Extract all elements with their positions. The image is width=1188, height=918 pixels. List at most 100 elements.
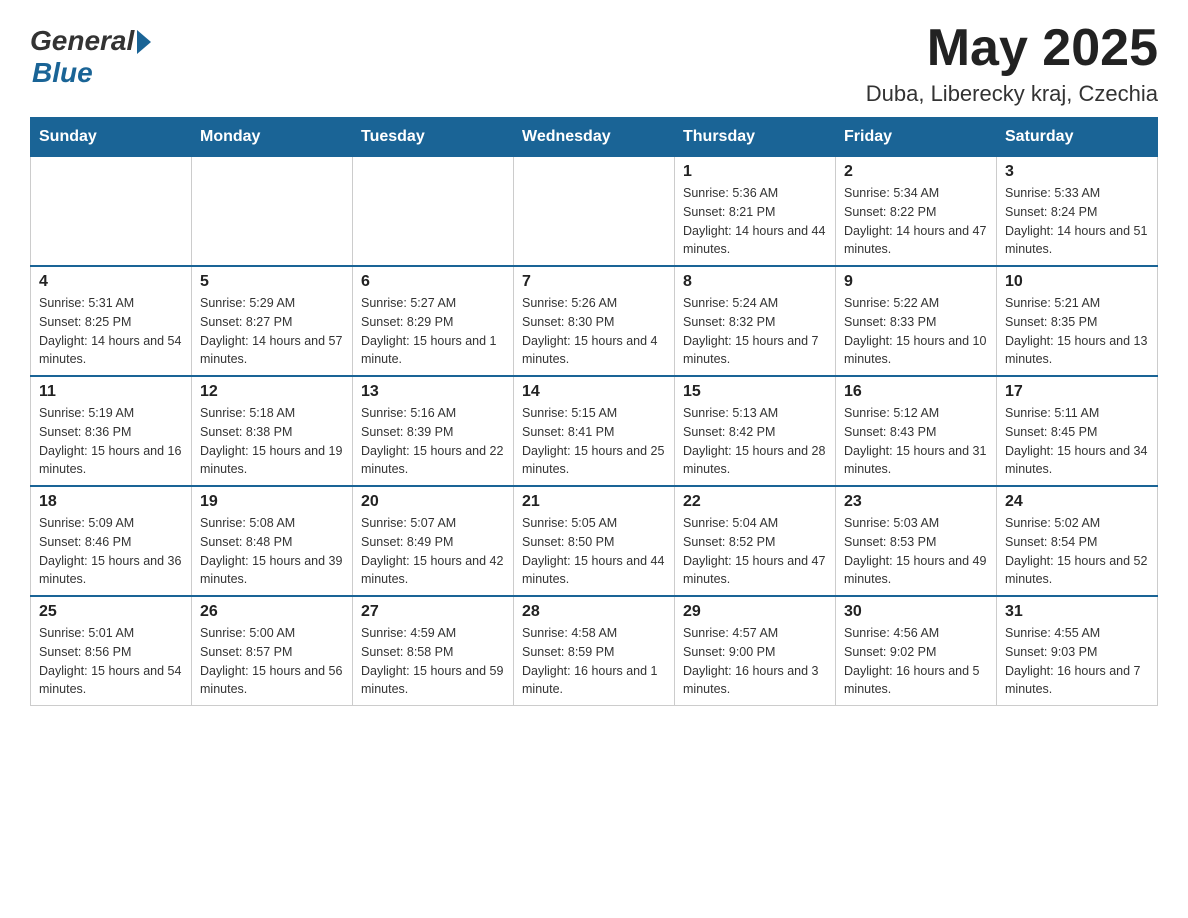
day-info: Sunrise: 5:01 AMSunset: 8:56 PMDaylight:… — [39, 624, 183, 699]
day-number: 31 — [1005, 603, 1149, 621]
calendar-cell: 8Sunrise: 5:24 AMSunset: 8:32 PMDaylight… — [675, 266, 836, 376]
calendar-cell: 3 Sunrise: 5:33 AMSunset: 8:24 PMDaylight… — [997, 157, 1158, 267]
day-info: Sunrise: 5:12 AMSunset: 8:43 PMDaylight:… — [844, 404, 988, 479]
day-info: Sunrise: 5:36 AMSunset: 8:21 PMDaylight:… — [683, 184, 827, 259]
day-info: Sunrise: 5:16 AMSunset: 8:39 PMDaylight:… — [361, 404, 505, 479]
calendar-cell: 29Sunrise: 4:57 AMSunset: 9:00 PMDayligh… — [675, 596, 836, 706]
day-number: 23 — [844, 493, 988, 511]
calendar-cell: 18 Sunrise: 5:09 AMSunset: 8:46 PMDayligh… — [31, 486, 192, 596]
calendar-cell: 27Sunrise: 4:59 AMSunset: 8:58 PMDayligh… — [353, 596, 514, 706]
calendar-cell: 30Sunrise: 4:56 AMSunset: 9:02 PMDayligh… — [836, 596, 997, 706]
calendar-cell: 5Sunrise: 5:29 AMSunset: 8:27 PMDaylight… — [192, 266, 353, 376]
calendar-cell: 20Sunrise: 5:07 AMSunset: 8:49 PMDayligh… — [353, 486, 514, 596]
day-info: Sunrise: 5:33 AMSunset: 8:24 PMDaylight:… — [1005, 184, 1149, 259]
col-friday: Friday — [836, 118, 997, 157]
day-number: 17 — [1005, 383, 1149, 401]
day-number: 3 — [1005, 163, 1149, 181]
calendar-cell — [514, 157, 675, 267]
day-info: Sunrise: 5:31 AMSunset: 8:25 PMDaylight:… — [39, 294, 183, 369]
calendar-cell: 2 Sunrise: 5:34 AMSunset: 8:22 PMDaylight… — [836, 157, 997, 267]
calendar-cell: 9 Sunrise: 5:22 AMSunset: 8:33 PMDaylight… — [836, 266, 997, 376]
day-number: 24 — [1005, 493, 1149, 511]
day-number: 28 — [522, 603, 666, 621]
day-info: Sunrise: 5:08 AMSunset: 8:48 PMDaylight:… — [200, 514, 344, 589]
day-info: Sunrise: 5:22 AMSunset: 8:33 PMDaylight:… — [844, 294, 988, 369]
calendar-header-row: Sunday Monday Tuesday Wednesday Thursday… — [31, 118, 1158, 157]
day-info: Sunrise: 5:19 AMSunset: 8:36 PMDaylight:… — [39, 404, 183, 479]
logo-general-text: General — [30, 25, 134, 57]
calendar-cell — [31, 157, 192, 267]
col-monday: Monday — [192, 118, 353, 157]
calendar-cell: 14 Sunrise: 5:15 AMSunset: 8:41 PMDayligh… — [514, 376, 675, 486]
day-info: Sunrise: 5:09 AMSunset: 8:46 PMDaylight:… — [39, 514, 183, 589]
day-info: Sunrise: 5:00 AMSunset: 8:57 PMDaylight:… — [200, 624, 344, 699]
day-info: Sunrise: 4:58 AMSunset: 8:59 PMDaylight:… — [522, 624, 666, 699]
calendar-cell: 31 Sunrise: 4:55 AMSunset: 9:03 PMDayligh… — [997, 596, 1158, 706]
day-info: Sunrise: 5:04 AMSunset: 8:52 PMDaylight:… — [683, 514, 827, 589]
day-number: 29 — [683, 603, 827, 621]
day-number: 2 — [844, 163, 988, 181]
calendar-cell: 11 Sunrise: 5:19 AMSunset: 8:36 PMDayligh… — [31, 376, 192, 486]
day-number: 1 — [683, 163, 827, 181]
calendar-cell: 4 Sunrise: 5:31 AMSunset: 8:25 PMDaylight… — [31, 266, 192, 376]
col-wednesday: Wednesday — [514, 118, 675, 157]
day-number: 22 — [683, 493, 827, 511]
day-info: Sunrise: 5:13 AMSunset: 8:42 PMDaylight:… — [683, 404, 827, 479]
calendar-cell: 24 Sunrise: 5:02 AMSunset: 8:54 PMDayligh… — [997, 486, 1158, 596]
calendar-cell — [192, 157, 353, 267]
day-number: 13 — [361, 383, 505, 401]
logo: General Blue — [30, 20, 151, 89]
logo-blue-text: Blue — [32, 57, 93, 89]
day-info: Sunrise: 4:55 AMSunset: 9:03 PMDaylight:… — [1005, 624, 1149, 699]
calendar-cell: 1 Sunrise: 5:36 AMSunset: 8:21 PMDaylight… — [675, 157, 836, 267]
calendar-cell: 19 Sunrise: 5:08 AMSunset: 8:48 PMDayligh… — [192, 486, 353, 596]
calendar-cell — [353, 157, 514, 267]
calendar-table: Sunday Monday Tuesday Wednesday Thursday… — [30, 117, 1158, 706]
day-number: 15 — [683, 383, 827, 401]
day-number: 10 — [1005, 273, 1149, 291]
day-number: 4 — [39, 273, 183, 291]
day-number: 5 — [200, 273, 344, 291]
calendar-cell: 23Sunrise: 5:03 AMSunset: 8:53 PMDayligh… — [836, 486, 997, 596]
day-number: 26 — [200, 603, 344, 621]
day-info: Sunrise: 5:15 AMSunset: 8:41 PMDaylight:… — [522, 404, 666, 479]
calendar-cell: 13 Sunrise: 5:16 AMSunset: 8:39 PMDayligh… — [353, 376, 514, 486]
day-number: 19 — [200, 493, 344, 511]
logo-arrow-icon — [137, 30, 151, 54]
day-number: 30 — [844, 603, 988, 621]
calendar-cell: 16Sunrise: 5:12 AMSunset: 8:43 PMDayligh… — [836, 376, 997, 486]
calendar-cell: 12Sunrise: 5:18 AMSunset: 8:38 PMDayligh… — [192, 376, 353, 486]
day-number: 14 — [522, 383, 666, 401]
day-info: Sunrise: 5:18 AMSunset: 8:38 PMDaylight:… — [200, 404, 344, 479]
calendar-cell: 6Sunrise: 5:27 AMSunset: 8:29 PMDaylight… — [353, 266, 514, 376]
day-info: Sunrise: 5:34 AMSunset: 8:22 PMDaylight:… — [844, 184, 988, 259]
day-info: Sunrise: 5:24 AMSunset: 8:32 PMDaylight:… — [683, 294, 827, 369]
page-header: General Blue May 2025 Duba, Liberecky kr… — [30, 20, 1158, 107]
day-number: 7 — [522, 273, 666, 291]
calendar-cell: 25 Sunrise: 5:01 AMSunset: 8:56 PMDayligh… — [31, 596, 192, 706]
day-info: Sunrise: 5:05 AMSunset: 8:50 PMDaylight:… — [522, 514, 666, 589]
day-number: 20 — [361, 493, 505, 511]
day-info: Sunrise: 5:02 AMSunset: 8:54 PMDaylight:… — [1005, 514, 1149, 589]
calendar-cell: 15 Sunrise: 5:13 AMSunset: 8:42 PMDayligh… — [675, 376, 836, 486]
calendar-cell: 10 Sunrise: 5:21 AMSunset: 8:35 PMDayligh… — [997, 266, 1158, 376]
calendar-cell: 22 Sunrise: 5:04 AMSunset: 8:52 PMDayligh… — [675, 486, 836, 596]
col-tuesday: Tuesday — [353, 118, 514, 157]
day-info: Sunrise: 5:26 AMSunset: 8:30 PMDaylight:… — [522, 294, 666, 369]
day-number: 21 — [522, 493, 666, 511]
calendar-cell: 21 Sunrise: 5:05 AMSunset: 8:50 PMDayligh… — [514, 486, 675, 596]
calendar-cell: 28 Sunrise: 4:58 AMSunset: 8:59 PMDayligh… — [514, 596, 675, 706]
day-info: Sunrise: 4:59 AMSunset: 8:58 PMDaylight:… — [361, 624, 505, 699]
day-number: 18 — [39, 493, 183, 511]
calendar-cell: 26 Sunrise: 5:00 AMSunset: 8:57 PMDayligh… — [192, 596, 353, 706]
day-info: Sunrise: 5:21 AMSunset: 8:35 PMDaylight:… — [1005, 294, 1149, 369]
day-number: 25 — [39, 603, 183, 621]
title-area: May 2025 Duba, Liberecky kraj, Czechia — [866, 20, 1158, 107]
day-number: 6 — [361, 273, 505, 291]
day-number: 9 — [844, 273, 988, 291]
col-thursday: Thursday — [675, 118, 836, 157]
day-number: 11 — [39, 383, 183, 401]
col-saturday: Saturday — [997, 118, 1158, 157]
location-subtitle: Duba, Liberecky kraj, Czechia — [866, 81, 1158, 107]
col-sunday: Sunday — [31, 118, 192, 157]
